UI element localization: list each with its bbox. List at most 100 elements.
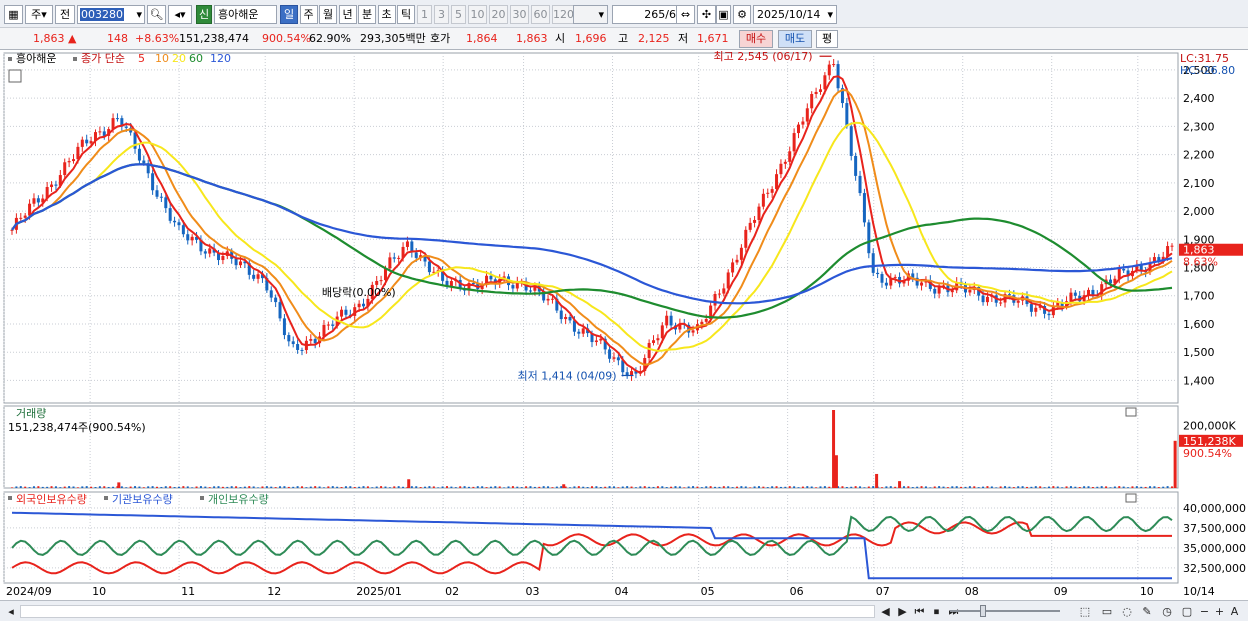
period-tab-3[interactable]: 년 xyxy=(338,5,357,24)
volume-bar xyxy=(744,486,747,488)
candle-body xyxy=(36,198,40,203)
fit-icon[interactable]: ⇔ xyxy=(676,5,695,24)
volume-bar xyxy=(718,486,721,488)
stock-code-input[interactable]: 003280 ▾ xyxy=(77,5,145,24)
candle-body xyxy=(111,118,115,130)
interval-tab-30[interactable]: 30 xyxy=(510,5,529,24)
volume-bar xyxy=(459,486,462,488)
period-tab-6[interactable]: 틱 xyxy=(397,5,415,24)
volume-bar xyxy=(63,486,66,488)
settings-gear-icon[interactable]: ⚙ xyxy=(733,5,751,24)
zoom-slider[interactable] xyxy=(950,610,1060,612)
interval-tab-5[interactable]: 5 xyxy=(451,5,466,24)
volume-bar xyxy=(819,486,822,488)
ma-legend-20: 20 xyxy=(172,52,186,65)
volume-bar xyxy=(872,486,875,488)
candle-body xyxy=(849,126,853,156)
crosshair-icon[interactable]: ✣ xyxy=(697,5,716,24)
volume-bar xyxy=(1017,486,1020,488)
candle-body xyxy=(80,139,84,147)
volume-spike-bar xyxy=(1173,440,1177,488)
date-field[interactable]: 2025/10/14 ▾ xyxy=(753,5,837,24)
save-icon[interactable]: ▣ xyxy=(716,5,731,24)
candle-body xyxy=(89,141,93,144)
nav-button-3[interactable]: ⏹ xyxy=(929,604,944,619)
candle-body xyxy=(779,163,783,175)
volume-bar xyxy=(138,486,141,488)
nav-button-0[interactable]: ◀ xyxy=(878,604,893,619)
candle-body xyxy=(287,335,291,342)
volume-bar xyxy=(986,486,989,488)
interval-tab-3[interactable]: 3 xyxy=(434,5,449,24)
period-tab-2[interactable]: 월 xyxy=(319,5,337,24)
period-tab-5[interactable]: 초 xyxy=(377,5,396,24)
zoom-tool-0[interactable]: − xyxy=(1198,604,1211,619)
candle-body xyxy=(761,193,765,207)
rect-tool-icon[interactable]: ▭ xyxy=(1100,604,1114,619)
speaker-icon[interactable]: ◂▾ xyxy=(168,5,192,24)
volume-bar xyxy=(1030,486,1033,488)
draw-tool-icon[interactable]: ✎ xyxy=(1140,604,1154,619)
volume-bar xyxy=(749,487,752,488)
volume-bar xyxy=(248,486,251,488)
zoom-tool-1[interactable]: + xyxy=(1213,604,1226,619)
volume-bar xyxy=(1140,486,1143,488)
candle-body xyxy=(252,274,256,279)
search-icon[interactable]: 🔍︎ xyxy=(147,5,166,24)
prefix-select[interactable]: 전 xyxy=(55,5,75,24)
horizontal-scrollbar[interactable] xyxy=(20,605,875,618)
volume-bar xyxy=(867,486,870,488)
evaluate-button[interactable]: 평 xyxy=(816,30,838,48)
interval-tab-1[interactable]: 1 xyxy=(417,5,432,24)
volume-bar xyxy=(889,486,892,488)
candle-body xyxy=(577,331,581,334)
last-volume-pct: 900.54% xyxy=(1183,447,1232,460)
interval-tab-60[interactable]: 60 xyxy=(531,5,550,24)
up-arrow-icon: ▲ xyxy=(68,32,77,45)
candle-body xyxy=(810,94,814,109)
interval-tab-20[interactable]: 20 xyxy=(489,5,508,24)
interval-tab-120[interactable]: 120 xyxy=(552,5,574,24)
candle-body xyxy=(748,222,752,230)
period-tab-0[interactable]: 일 xyxy=(280,5,298,24)
candle-body xyxy=(392,257,396,259)
candle-body xyxy=(1029,304,1033,312)
select-tool-icon[interactable]: ⬚ xyxy=(1078,604,1092,619)
period-tab-1[interactable]: 주 xyxy=(299,5,318,24)
interval-tab-10[interactable]: 10 xyxy=(468,5,487,24)
holding-axis-tick: 35,000,000 xyxy=(1183,542,1246,555)
candle-body xyxy=(76,146,80,160)
zoom-slider-handle[interactable] xyxy=(980,605,986,617)
volume-bar xyxy=(1091,486,1094,488)
nav-button-1[interactable]: ▶ xyxy=(895,604,910,619)
period-type-select[interactable]: 주▾ xyxy=(25,5,53,24)
period-tab-4[interactable]: 분 xyxy=(358,5,376,24)
clock-icon[interactable]: ◷ xyxy=(1160,604,1174,619)
bid-price: 1,863 xyxy=(516,32,548,45)
volume-bar xyxy=(520,487,523,488)
volume-bar xyxy=(46,486,49,488)
volume-spike-bar xyxy=(875,473,879,488)
volume-bar xyxy=(1026,486,1028,488)
candle-body xyxy=(832,64,836,66)
ask-price: 1,864 xyxy=(466,32,498,45)
sell-button[interactable]: 매도 xyxy=(778,30,812,48)
buy-button[interactable]: 매수 xyxy=(739,30,773,48)
nav-button-2[interactable]: ⏮ xyxy=(912,604,927,619)
scroll-left-icon[interactable]: ◂ xyxy=(4,604,18,619)
stock-name-field[interactable]: 흥아해운 xyxy=(214,5,277,24)
window-tool-icon[interactable]: ▢ xyxy=(1180,604,1194,619)
volume-bar xyxy=(388,487,391,488)
zoom-tool-2[interactable]: A xyxy=(1228,604,1241,619)
volume-bar xyxy=(353,486,356,488)
erase-tool-icon[interactable]: ◌ xyxy=(1120,604,1134,619)
holding-close-icon xyxy=(1125,493,1137,503)
high-annotation: 최고 2,545 (06/17) xyxy=(714,51,813,63)
volume-bar xyxy=(380,486,383,488)
stock-chart[interactable]: 2,5002,4002,3002,2002,1002,0001,9001,800… xyxy=(0,51,1248,600)
candle-body xyxy=(744,229,748,248)
interval-dropdown[interactable]: ▾ xyxy=(573,5,608,24)
volume-bar xyxy=(472,486,475,488)
screen-menu-icon[interactable]: ▦ xyxy=(4,5,23,24)
x-axis-label: 07 xyxy=(876,585,890,598)
